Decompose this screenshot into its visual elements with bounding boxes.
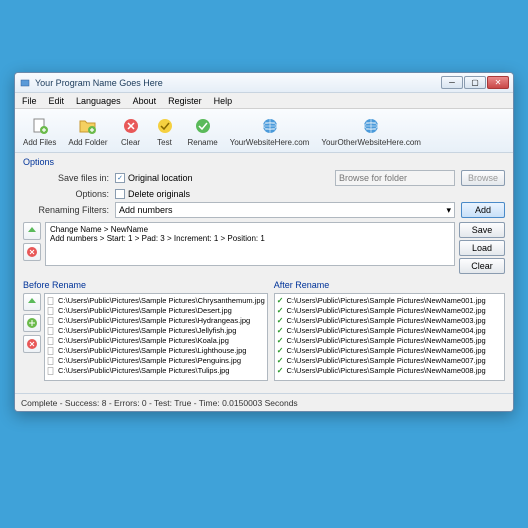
close-button[interactable]: ✕ xyxy=(487,76,509,89)
clear-filters-button[interactable]: Clear xyxy=(459,258,505,274)
file-row[interactable]: C:\Users\Public\Pictures\Sample Pictures… xyxy=(47,346,265,356)
original-location-checkbox[interactable]: ✓ xyxy=(115,173,125,183)
add-folder-icon xyxy=(77,115,99,137)
menu-about[interactable]: About xyxy=(128,95,162,107)
filter-line[interactable]: Add numbers > Start: 1 > Pad: 3 > Increm… xyxy=(50,234,450,243)
page-icon xyxy=(47,307,55,315)
check-icon: ✓ xyxy=(277,306,284,316)
menu-file[interactable]: File xyxy=(17,95,42,107)
file-row[interactable]: ✓C:\Users\Public\Pictures\Sample Picture… xyxy=(277,326,502,336)
check-icon: ✓ xyxy=(277,326,284,336)
app-icon xyxy=(19,77,31,89)
file-row[interactable]: C:\Users\Public\Pictures\Sample Pictures… xyxy=(47,326,265,336)
file-row[interactable]: ✓C:\Users\Public\Pictures\Sample Picture… xyxy=(277,296,502,306)
add-filter-button[interactable]: Add xyxy=(461,202,505,218)
add-files-icon xyxy=(29,115,51,137)
delete-originals-checkbox[interactable] xyxy=(115,189,125,199)
check-icon: ✓ xyxy=(277,356,284,366)
website1-button[interactable]: YourWebsiteHere.com xyxy=(226,112,314,150)
file-row[interactable]: C:\Users\Public\Pictures\Sample Pictures… xyxy=(47,356,265,366)
file-row[interactable]: ✓C:\Users\Public\Pictures\Sample Picture… xyxy=(277,316,502,326)
minimize-button[interactable]: ─ xyxy=(441,76,463,89)
renaming-filters-dropdown[interactable]: Add numbers ▾ xyxy=(115,202,455,218)
file-row[interactable]: C:\Users\Public\Pictures\Sample Pictures… xyxy=(47,316,265,326)
browse-folder-field[interactable] xyxy=(335,170,455,186)
check-icon: ✓ xyxy=(277,366,284,376)
load-filters-button[interactable]: Load xyxy=(459,240,505,256)
titlebar[interactable]: Your Program Name Goes Here ─ ▢ ✕ xyxy=(15,73,513,93)
toolbar: Add Files Add Folder Clear Test Rename Y… xyxy=(15,109,513,153)
menu-languages[interactable]: Languages xyxy=(71,95,126,107)
page-icon xyxy=(47,317,55,325)
clear-button[interactable]: Clear xyxy=(116,112,146,150)
original-location-label: Original location xyxy=(128,173,193,183)
file-row[interactable]: ✓C:\Users\Public\Pictures\Sample Picture… xyxy=(277,366,502,376)
chevron-down-icon: ▾ xyxy=(446,205,451,216)
test-button[interactable]: Test xyxy=(150,112,180,150)
check-icon: ✓ xyxy=(277,336,284,346)
rename-button[interactable]: Rename xyxy=(184,112,222,150)
save-files-label: Save files in: xyxy=(31,173,109,183)
file-row[interactable]: ✓C:\Users\Public\Pictures\Sample Picture… xyxy=(277,306,502,316)
menu-register[interactable]: Register xyxy=(163,95,207,107)
save-filters-button[interactable]: Save xyxy=(459,222,505,238)
browse-button[interactable]: Browse xyxy=(461,170,505,186)
globe-icon xyxy=(259,115,281,137)
check-icon: ✓ xyxy=(277,296,284,306)
statusbar: Complete - Success: 8 - Errors: 0 - Test… xyxy=(15,393,513,411)
after-file-list[interactable]: ✓C:\Users\Public\Pictures\Sample Picture… xyxy=(274,293,505,381)
remove-file-button[interactable] xyxy=(23,335,41,353)
maximize-button[interactable]: ▢ xyxy=(464,76,486,89)
before-heading: Before Rename xyxy=(23,280,268,290)
add-files-button[interactable]: Add Files xyxy=(19,112,60,150)
file-row[interactable]: ✓C:\Users\Public\Pictures\Sample Picture… xyxy=(277,356,502,366)
file-row[interactable]: C:\Users\Public\Pictures\Sample Pictures… xyxy=(47,296,265,306)
before-file-list[interactable]: C:\Users\Public\Pictures\Sample Pictures… xyxy=(44,293,268,381)
website2-button[interactable]: YourOtherWebsiteHere.com xyxy=(317,112,425,150)
move-up-button[interactable] xyxy=(23,222,41,240)
globe-icon xyxy=(360,115,382,137)
page-icon xyxy=(47,357,55,365)
status-text: Complete - Success: 8 - Errors: 0 - Test… xyxy=(21,398,298,408)
remove-filter-button[interactable] xyxy=(23,243,41,261)
clear-icon xyxy=(120,115,142,137)
file-row[interactable]: C:\Users\Public\Pictures\Sample Pictures… xyxy=(47,306,265,316)
delete-originals-label: Delete originals xyxy=(128,189,190,199)
add-file-button[interactable] xyxy=(23,314,41,332)
file-row[interactable]: ✓C:\Users\Public\Pictures\Sample Picture… xyxy=(277,336,502,346)
file-row[interactable]: C:\Users\Public\Pictures\Sample Pictures… xyxy=(47,336,265,346)
test-icon xyxy=(154,115,176,137)
move-up-file-button[interactable] xyxy=(23,293,41,311)
window-title: Your Program Name Goes Here xyxy=(35,78,441,88)
menubar: File Edit Languages About Register Help xyxy=(15,93,513,109)
rename-icon xyxy=(192,115,214,137)
page-icon xyxy=(47,327,55,335)
file-row[interactable]: C:\Users\Public\Pictures\Sample Pictures… xyxy=(47,366,265,376)
menu-edit[interactable]: Edit xyxy=(44,95,70,107)
filter-list[interactable]: Change Name > NewName Add numbers > Star… xyxy=(45,222,455,266)
add-folder-button[interactable]: Add Folder xyxy=(64,112,111,150)
filter-line[interactable]: Change Name > NewName xyxy=(50,225,450,234)
renaming-filters-label: Renaming Filters: xyxy=(31,205,109,215)
page-icon xyxy=(47,347,55,355)
app-window: Your Program Name Goes Here ─ ▢ ✕ File E… xyxy=(14,72,514,412)
page-icon xyxy=(47,337,55,345)
menu-help[interactable]: Help xyxy=(209,95,238,107)
page-icon xyxy=(47,367,55,375)
page-icon xyxy=(47,297,55,305)
options-heading: Options xyxy=(23,157,505,167)
check-icon: ✓ xyxy=(277,346,284,356)
check-icon: ✓ xyxy=(277,316,284,326)
file-row[interactable]: ✓C:\Users\Public\Pictures\Sample Picture… xyxy=(277,346,502,356)
after-heading: After Rename xyxy=(274,280,505,290)
options-label: Options: xyxy=(31,189,109,199)
